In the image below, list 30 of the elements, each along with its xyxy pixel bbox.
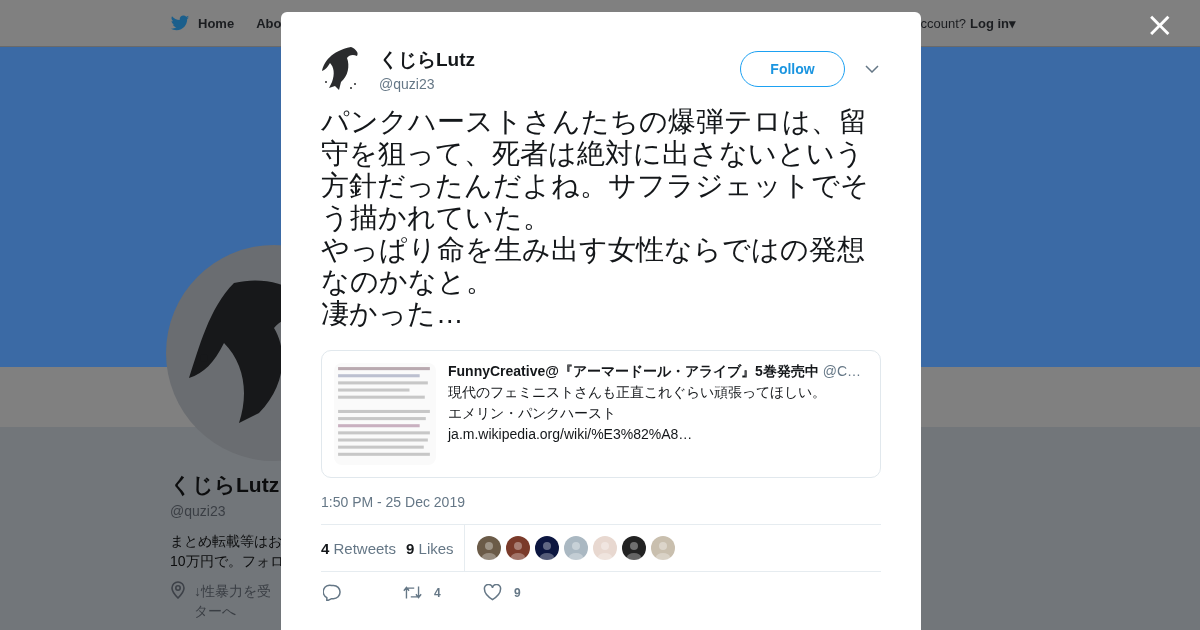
- nav-link[interactable]: Home: [198, 15, 235, 31]
- tweet-text: やっぱり命を生み出す女性ならではの発想なのかなと。: [321, 234, 866, 298]
- quoted-tweet-card[interactable]: FunnyCreative@『アーマードール・アライブ』5巻発売中 @C… 現代のフェミニストさんも正直これぐらい頑張ってほしい。 エメリン・パンクハースト ja.m.wikipedia.org/wiki/%E3%82%A8…: [321, 350, 881, 478]
- stat-link[interactable]: 9 Likes: [406, 539, 454, 557]
- profile-handle: @quzi23: [170, 503, 227, 519]
- profile-bio: まとめ転載等はお 10万円で。フォロ: [170, 532, 284, 571]
- account-prompt: ccount?: [920, 15, 966, 31]
- nav-link[interactable]: Abo: [256, 15, 282, 31]
- stat-link[interactable]: 4 Retweets: [321, 539, 397, 557]
- close-button[interactable]: ×: [1141, 6, 1178, 42]
- link-card-url: ja.m.wikipedia.org/wiki/%E3%82%A8…: [448, 425, 694, 444]
- action-count: 4: [434, 585, 441, 600]
- heart-icon[interactable]: [483, 584, 502, 601]
- tweet-text: 凄かった…: [321, 298, 465, 330]
- login-link[interactable]: Log in▾: [970, 15, 1016, 31]
- tweet-text: パンクハーストさんたちの爆弾テロは、留守を狙って、死者は絶対に出さないという方針だったんだよね。サフラジェットでそう描かれていた。: [321, 106, 870, 234]
- location-icon: [170, 581, 186, 599]
- retweet-icon[interactable]: [403, 584, 422, 601]
- profile-name: くじらLutz: [170, 472, 281, 498]
- author-handle[interactable]: @quzi23: [379, 75, 740, 92]
- reply-icon[interactable]: [323, 584, 342, 601]
- author-name[interactable]: くじらLutz: [379, 46, 740, 73]
- quoted-tweet-text: 現代のフェミニストさんも正直これぐらい頑張ってほしい。: [448, 383, 827, 402]
- quoted-author-handle: @C…: [822, 363, 861, 379]
- chevron-down-icon[interactable]: [865, 65, 879, 73]
- follow-button[interactable]: Follow: [740, 51, 845, 87]
- link-card-title: エメリン・パンクハースト: [448, 404, 617, 423]
- action-count: 9: [514, 585, 521, 600]
- tweet-timestamp[interactable]: 1:50 PM - 25 Dec 2019: [321, 494, 881, 510]
- quoted-author-name: FunnyCreative@『アーマードール・アライブ』5巻発売中: [448, 363, 819, 379]
